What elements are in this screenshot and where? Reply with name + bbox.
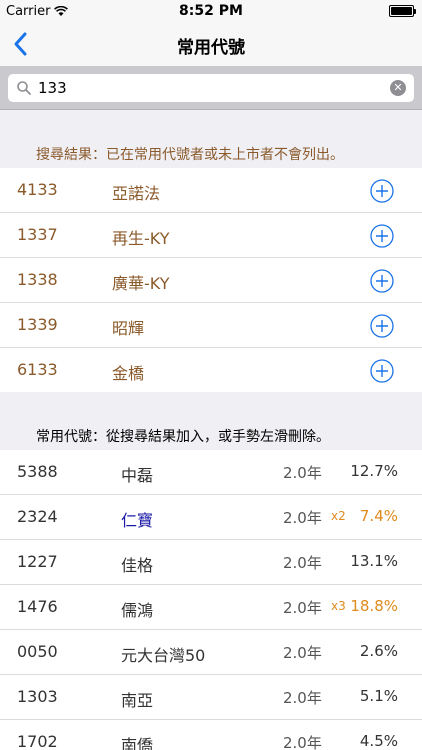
clear-icon[interactable]: ✕: [390, 80, 406, 96]
stock-code: 1337: [17, 225, 58, 244]
stock-code: 1303: [17, 687, 58, 706]
search-box: ✕: [8, 74, 414, 102]
stock-name: 元大台灣50: [121, 646, 206, 665]
stock-code: 1476: [17, 597, 58, 616]
stock-code: 0050: [17, 642, 58, 661]
list-item[interactable]: 0050 元大台灣50 2.0年 2.6%: [0, 630, 422, 675]
stock-name: 南亞: [121, 691, 154, 710]
favorites-header-text: 常用代號：從搜尋結果加入，或手勢左滑刪除。: [36, 429, 330, 445]
stock-name: 昭輝: [112, 319, 145, 338]
result-row[interactable]: 1337 再生-KY: [0, 213, 422, 258]
stock-name: 中磊: [121, 466, 154, 485]
status-bar: Carrier 8:52 PM: [0, 0, 422, 22]
stock-code: 6133: [17, 360, 58, 379]
list-item[interactable]: 1702 南僑 2.0年 4.5%: [0, 720, 422, 750]
plus-circle-icon[interactable]: [370, 269, 394, 293]
years-value: 2.0年: [283, 464, 322, 482]
yield-value: 13.1%: [350, 552, 398, 570]
plus-circle-icon[interactable]: [370, 179, 394, 203]
stock-name: 佳格: [121, 556, 154, 575]
multiplier-badge: x3: [331, 599, 346, 613]
result-row[interactable]: 4133 亞諾法: [0, 168, 422, 213]
results-header-text: 搜尋結果：已在常用代號者或未上市者不會列出。: [36, 147, 344, 163]
search-icon: [17, 81, 31, 95]
years-value: 2.0年: [283, 644, 322, 662]
list-item[interactable]: 1303 南亞 2.0年 5.1%: [0, 675, 422, 720]
yield-value: 18.8%: [350, 597, 398, 615]
stock-code: 1338: [17, 270, 58, 289]
yield-value: 4.5%: [359, 732, 398, 750]
yield-value: 5.1%: [359, 687, 398, 705]
stock-code: 4133: [17, 180, 58, 199]
years-value: 2.0年: [283, 554, 322, 572]
stock-name: 金橋: [112, 364, 145, 383]
yield-value: 12.7%: [350, 462, 398, 480]
stock-code: 1339: [17, 315, 58, 334]
stock-name: 再生-KY: [112, 229, 170, 248]
search-bar: ✕: [0, 66, 422, 110]
list-item[interactable]: 1227 佳格 2.0年 13.1%: [0, 540, 422, 585]
status-time: 8:52 PM: [179, 3, 243, 19]
plus-circle-icon[interactable]: [370, 224, 394, 248]
years-value: 2.0年: [283, 599, 322, 617]
list-item[interactable]: 2324 仁寶 2.0年 x2 7.4%: [0, 495, 422, 540]
result-row[interactable]: 6133 金橋: [0, 348, 422, 393]
stock-name: 儒鴻: [121, 601, 154, 620]
result-row[interactable]: 1339 昭輝: [0, 303, 422, 348]
list-item[interactable]: 1476 儒鴻 2.0年 x3 18.8%: [0, 585, 422, 630]
multiplier-badge: x2: [331, 509, 346, 523]
stock-name: 廣華-KY: [112, 274, 170, 293]
yield-value: 2.6%: [359, 642, 398, 660]
stock-code: 1227: [17, 552, 58, 571]
favorites-list: 5388 中磊 2.0年 12.7% 2324 仁寶 2.0年 x2 7.4% …: [0, 450, 422, 750]
result-row[interactable]: 1338 廣華-KY: [0, 258, 422, 303]
search-results-list: 4133 亞諾法 1337 再生-KY 1338 廣華-KY 1339 昭輝 6…: [0, 168, 422, 393]
stock-name: 仁寶: [121, 511, 154, 530]
page-title: 常用代號: [177, 38, 245, 58]
search-input[interactable]: [38, 77, 378, 99]
results-header: 搜尋結果：已在常用代號者或未上市者不會列出。: [0, 110, 422, 168]
battery-icon: [389, 5, 416, 17]
stock-code: 5388: [17, 462, 58, 481]
plus-circle-icon[interactable]: [370, 314, 394, 338]
list-item[interactable]: 5388 中磊 2.0年 12.7%: [0, 450, 422, 495]
favorites-header: 常用代號：從搜尋結果加入，或手勢左滑刪除。: [0, 392, 422, 450]
plus-circle-icon[interactable]: [370, 359, 394, 383]
stock-name: 亞諾法: [112, 184, 161, 203]
navigation-bar: 常用代號: [0, 22, 422, 66]
stock-name: 南僑: [121, 736, 154, 750]
stock-code: 1702: [17, 732, 58, 750]
stock-code: 2324: [17, 507, 58, 526]
years-value: 2.0年: [283, 734, 322, 750]
years-value: 2.0年: [283, 509, 322, 527]
yield-value: 7.4%: [359, 507, 398, 525]
years-value: 2.0年: [283, 689, 322, 707]
